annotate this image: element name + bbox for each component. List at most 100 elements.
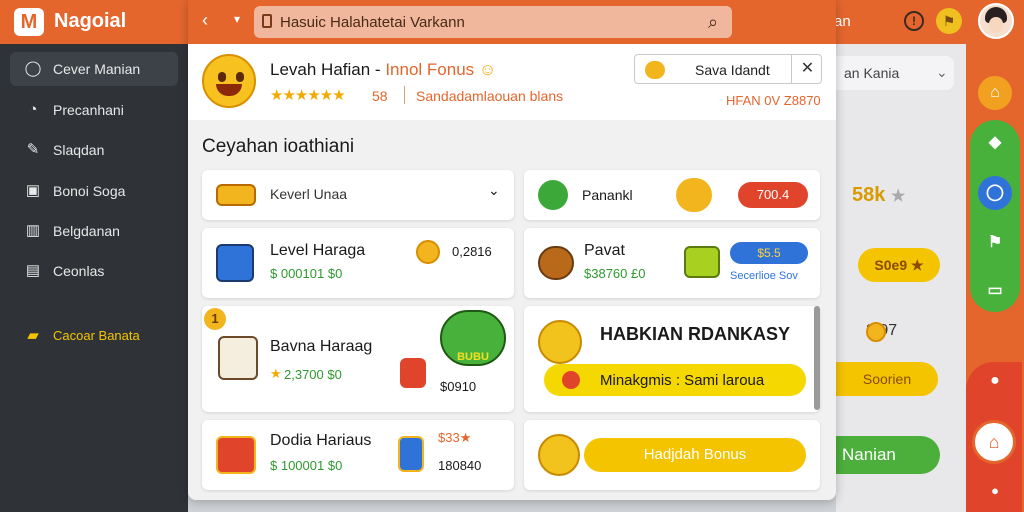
pavat-card[interactable]: Pavat $38760 £0 $5.5 Secerlioe Sov xyxy=(524,228,820,298)
back-icon[interactable]: ‹ xyxy=(202,10,208,31)
modal-window: ‹ ▾ ⌕ Levah Hafian - Innol Fonus ☺ ★★★★★… xyxy=(188,0,836,500)
flag-rail-icon[interactable]: ⚑ xyxy=(978,226,1012,260)
close-icon[interactable]: ✕ xyxy=(791,55,823,83)
bavna-rating: 2,3700 $0 xyxy=(284,367,342,382)
food-icon xyxy=(538,246,574,280)
habkian-bar-button[interactable]: Minakgmis : Sami laroua xyxy=(544,364,806,396)
star-icon: ★ xyxy=(270,366,282,381)
smiley-icon: ☺ xyxy=(478,60,497,79)
divider xyxy=(404,86,405,104)
app-logo[interactable]: M xyxy=(14,8,44,36)
message-rail-icon[interactable]: ◯ xyxy=(978,176,1012,210)
chat-icon: ◯ xyxy=(24,60,42,77)
gift-box-icon xyxy=(216,436,256,474)
rating-score: 58 xyxy=(372,88,388,104)
save-button[interactable]: Sava Idandt xyxy=(695,62,770,78)
scrollbar[interactable] xyxy=(814,306,820,410)
habkian-bar-label: Minakgmis : Sami laroua xyxy=(600,372,765,389)
background-secondary-button[interactable]: Soorien xyxy=(836,362,938,396)
dropdown-value: Keverl Unaa xyxy=(270,186,348,202)
sidebar-item-label: Cever Manian xyxy=(53,61,141,77)
chevron-down-icon[interactable]: ▾ xyxy=(234,12,240,26)
search-icon[interactable]: ⌕ xyxy=(694,6,732,38)
sidebar-item-label: Belgdanan xyxy=(53,223,120,239)
sidebar-item-label: Precanhani xyxy=(53,102,124,118)
coin-icon xyxy=(645,61,665,79)
pavat-price: $38760 £0 xyxy=(584,266,646,281)
alert-rail-icon[interactable]: ● xyxy=(978,364,1012,398)
ticket-icon xyxy=(216,184,256,206)
dodia-price: $ 100001 $0 xyxy=(270,458,343,473)
background-select[interactable]: an Kania ⌄ xyxy=(836,56,954,90)
mascot-image: BUBU xyxy=(440,310,506,366)
save-id-text: HFAN 0V Z8870 xyxy=(726,93,821,108)
panank-card[interactable]: Panankl 700.4 xyxy=(524,170,820,220)
level-title: Level Haraga xyxy=(270,242,366,259)
panank-button[interactable]: 700.4 xyxy=(738,182,808,208)
background-select-value: an Kania xyxy=(844,65,900,81)
bonus-card: Hadjdah Bonus xyxy=(524,420,820,490)
trophy-icon xyxy=(398,436,424,472)
flag-icon[interactable]: ⚑ xyxy=(936,8,962,34)
background-pill-button[interactable]: S0e9 ★ xyxy=(858,248,940,282)
sidebar-item-label: Slaqdan xyxy=(53,142,105,158)
bonus-button[interactable]: Hadjdah Bonus xyxy=(584,438,806,472)
level-coin-value: 0,2816 xyxy=(452,244,492,259)
pavat-title: Pavat xyxy=(584,242,625,259)
search-bar: ⌕ xyxy=(254,6,732,38)
pavat-tag-button[interactable]: $5.5 xyxy=(730,242,808,264)
sidebar-item-precanhani[interactable]: ◔ Precanhani xyxy=(10,93,178,127)
topbar-badge-text: an xyxy=(834,13,851,30)
note-rail-icon[interactable]: ▭ xyxy=(978,274,1012,308)
level-dropdown[interactable]: Keverl Unaa ⌄ xyxy=(202,170,514,220)
image-icon: ▣ xyxy=(25,182,41,199)
sidebar-item-label: Bonoi Soga xyxy=(53,183,126,199)
document-icon xyxy=(262,14,272,28)
info-icon[interactable]: ! xyxy=(904,11,924,31)
habkian-card[interactable]: HABKIAN RDANKASY Minakgmis : Sami laroua xyxy=(524,306,820,412)
sidebar-item-belgdanan[interactable]: ▥ Belgdanan xyxy=(10,214,178,248)
background-rating-value: 58k xyxy=(852,184,886,206)
sidebar-item-ceonlas[interactable]: ▤ Ceonlas xyxy=(10,254,178,288)
bavna-card[interactable]: 1 Bavna Haraag ★ 2,3700 $0 BUBU $0910 xyxy=(202,306,514,412)
gift-rail-icon[interactable]: ⌂ xyxy=(978,76,1012,110)
sidebar-item-cever-manian[interactable]: ◯ Cever Manian xyxy=(10,52,178,86)
level-card[interactable]: Level Haraga $ 000101 $0 0,2816 xyxy=(202,228,514,298)
dodia-tag: $33★ xyxy=(438,430,472,445)
profile-name-part2: Innol Fonus xyxy=(385,60,475,79)
chevron-down-icon: ⌄ xyxy=(936,64,948,80)
sidebar: ◯ Cever Manian ◔ Precanhani ✎ Slaqdan ▣ … xyxy=(0,44,188,512)
pavat-tag-label: Secerlioe Sov xyxy=(730,270,798,282)
bell-icon xyxy=(676,178,712,212)
mic-rail-icon[interactable]: ● xyxy=(978,474,1012,508)
chat-rail-icon[interactable]: ◆ xyxy=(978,126,1012,160)
book-icon: ▥ xyxy=(25,222,41,239)
sidebar-item-bonoi-soga[interactable]: ▣ Bonoi Soga xyxy=(10,174,178,208)
sidebar-item-slaqdan[interactable]: ✎ Slaqdan xyxy=(10,133,178,167)
coin-icon xyxy=(416,240,440,264)
sidebar-item-cacoar-banata[interactable]: ▰ Cacoar Banata xyxy=(10,319,178,353)
dodia-title: Dodia Hariaus xyxy=(270,432,372,449)
sidebar-item-label: Cacoar Banata xyxy=(53,328,140,343)
profile-name: Levah Hafian - Innol Fonus ☺ xyxy=(270,60,496,80)
clock-icon: ◔ xyxy=(28,101,38,118)
leaf-icon xyxy=(538,180,568,210)
panank-title: Panankl xyxy=(582,187,633,203)
app-title: Nagoial xyxy=(54,10,127,32)
modal-header: ‹ ▾ ⌕ xyxy=(188,0,836,44)
book-icon xyxy=(216,244,254,282)
avatar[interactable] xyxy=(978,3,1014,39)
box-icon xyxy=(684,246,720,278)
profile-subtitle: Sandadamlaouan blans xyxy=(416,88,564,104)
bavna-price: $0910 xyxy=(440,379,477,394)
background-green-button[interactable]: Nanian xyxy=(836,436,940,474)
dodia-card[interactable]: Dodia Hariaus $ 100001 $0 $33★ 180840 xyxy=(202,420,514,490)
home-rail-icon[interactable]: ⌂ xyxy=(972,420,1016,464)
bavna-title: Bavna Haraag xyxy=(270,338,373,355)
sidebar-item-label: Ceonlas xyxy=(53,263,105,279)
dodia-value: 180840 xyxy=(438,458,482,473)
search-input[interactable] xyxy=(280,12,680,32)
level-price: $ 000101 $0 xyxy=(270,266,343,281)
notebook-icon xyxy=(218,336,258,380)
background-price: 2.97 xyxy=(866,322,897,342)
